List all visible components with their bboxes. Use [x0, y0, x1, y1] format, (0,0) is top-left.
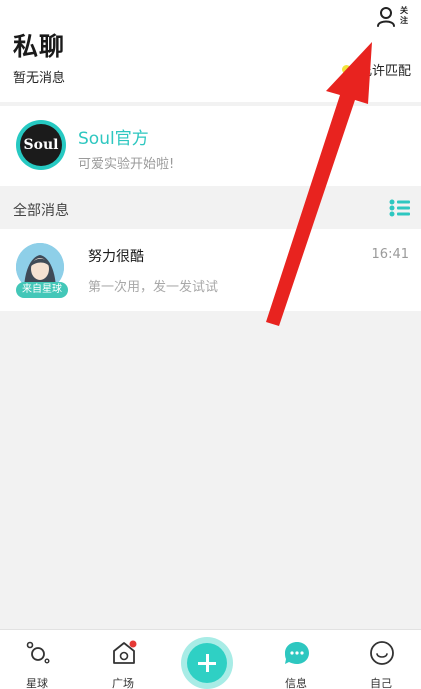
empty-status-text: 暂无消息 [13, 71, 66, 86]
section-title: 全部消息 [13, 203, 69, 219]
nav-planet[interactable]: 星球 [7, 630, 67, 689]
planet-icon [26, 641, 50, 664]
nav-me[interactable]: 自己 [351, 630, 411, 689]
nav-label-planet: 星球 [26, 677, 48, 689]
soul-logo: Soul [20, 124, 62, 166]
allow-match-label: 允许匹配 [358, 63, 411, 79]
smile-icon [370, 641, 394, 665]
nav-messages[interactable]: 信息 [266, 630, 326, 689]
all-messages-bar: 全部消息 [0, 190, 421, 228]
chat-name: 努力很酷 [88, 249, 144, 265]
nav-square[interactable]: 广场 [93, 630, 153, 689]
official-name: Soul官方 [78, 129, 149, 149]
allow-match-toggle[interactable]: 允许匹配 [341, 60, 411, 79]
annotation-arrow [266, 42, 372, 326]
message-icon [285, 642, 309, 664]
chat-time: 16:41 [371, 247, 409, 262]
create-post-button[interactable] [181, 637, 233, 689]
nav-label-me: 自己 [370, 677, 392, 689]
nav-label-square: 广场 [112, 677, 134, 689]
chat-preview: 第一次用，发一发试试 [88, 280, 219, 295]
chat-list-item[interactable]: 来自星球 努力很酷 第一次用，发一发试试 16:41 [0, 229, 421, 311]
follow-label: 关注 [400, 6, 408, 25]
official-preview: 可爱实验开始啦! [78, 157, 175, 172]
match-status-dot [341, 64, 351, 74]
follow-button[interactable]: 关注 [376, 4, 416, 34]
person-icon [377, 7, 395, 27]
official-conversation[interactable]: Soul Soul官方 可爱实验开始啦! [0, 106, 421, 186]
list-view-icon[interactable] [389, 198, 411, 218]
page-title: 私聊 [13, 32, 66, 61]
plus-icon [187, 643, 227, 683]
square-home-icon [113, 640, 137, 664]
origin-badge: 来自星球 [16, 282, 68, 298]
soul-official-avatar: Soul [16, 120, 66, 170]
nav-label-messages: 信息 [285, 677, 307, 689]
header: 私聊 暂无消息 关注 允许匹配 [0, 0, 421, 102]
